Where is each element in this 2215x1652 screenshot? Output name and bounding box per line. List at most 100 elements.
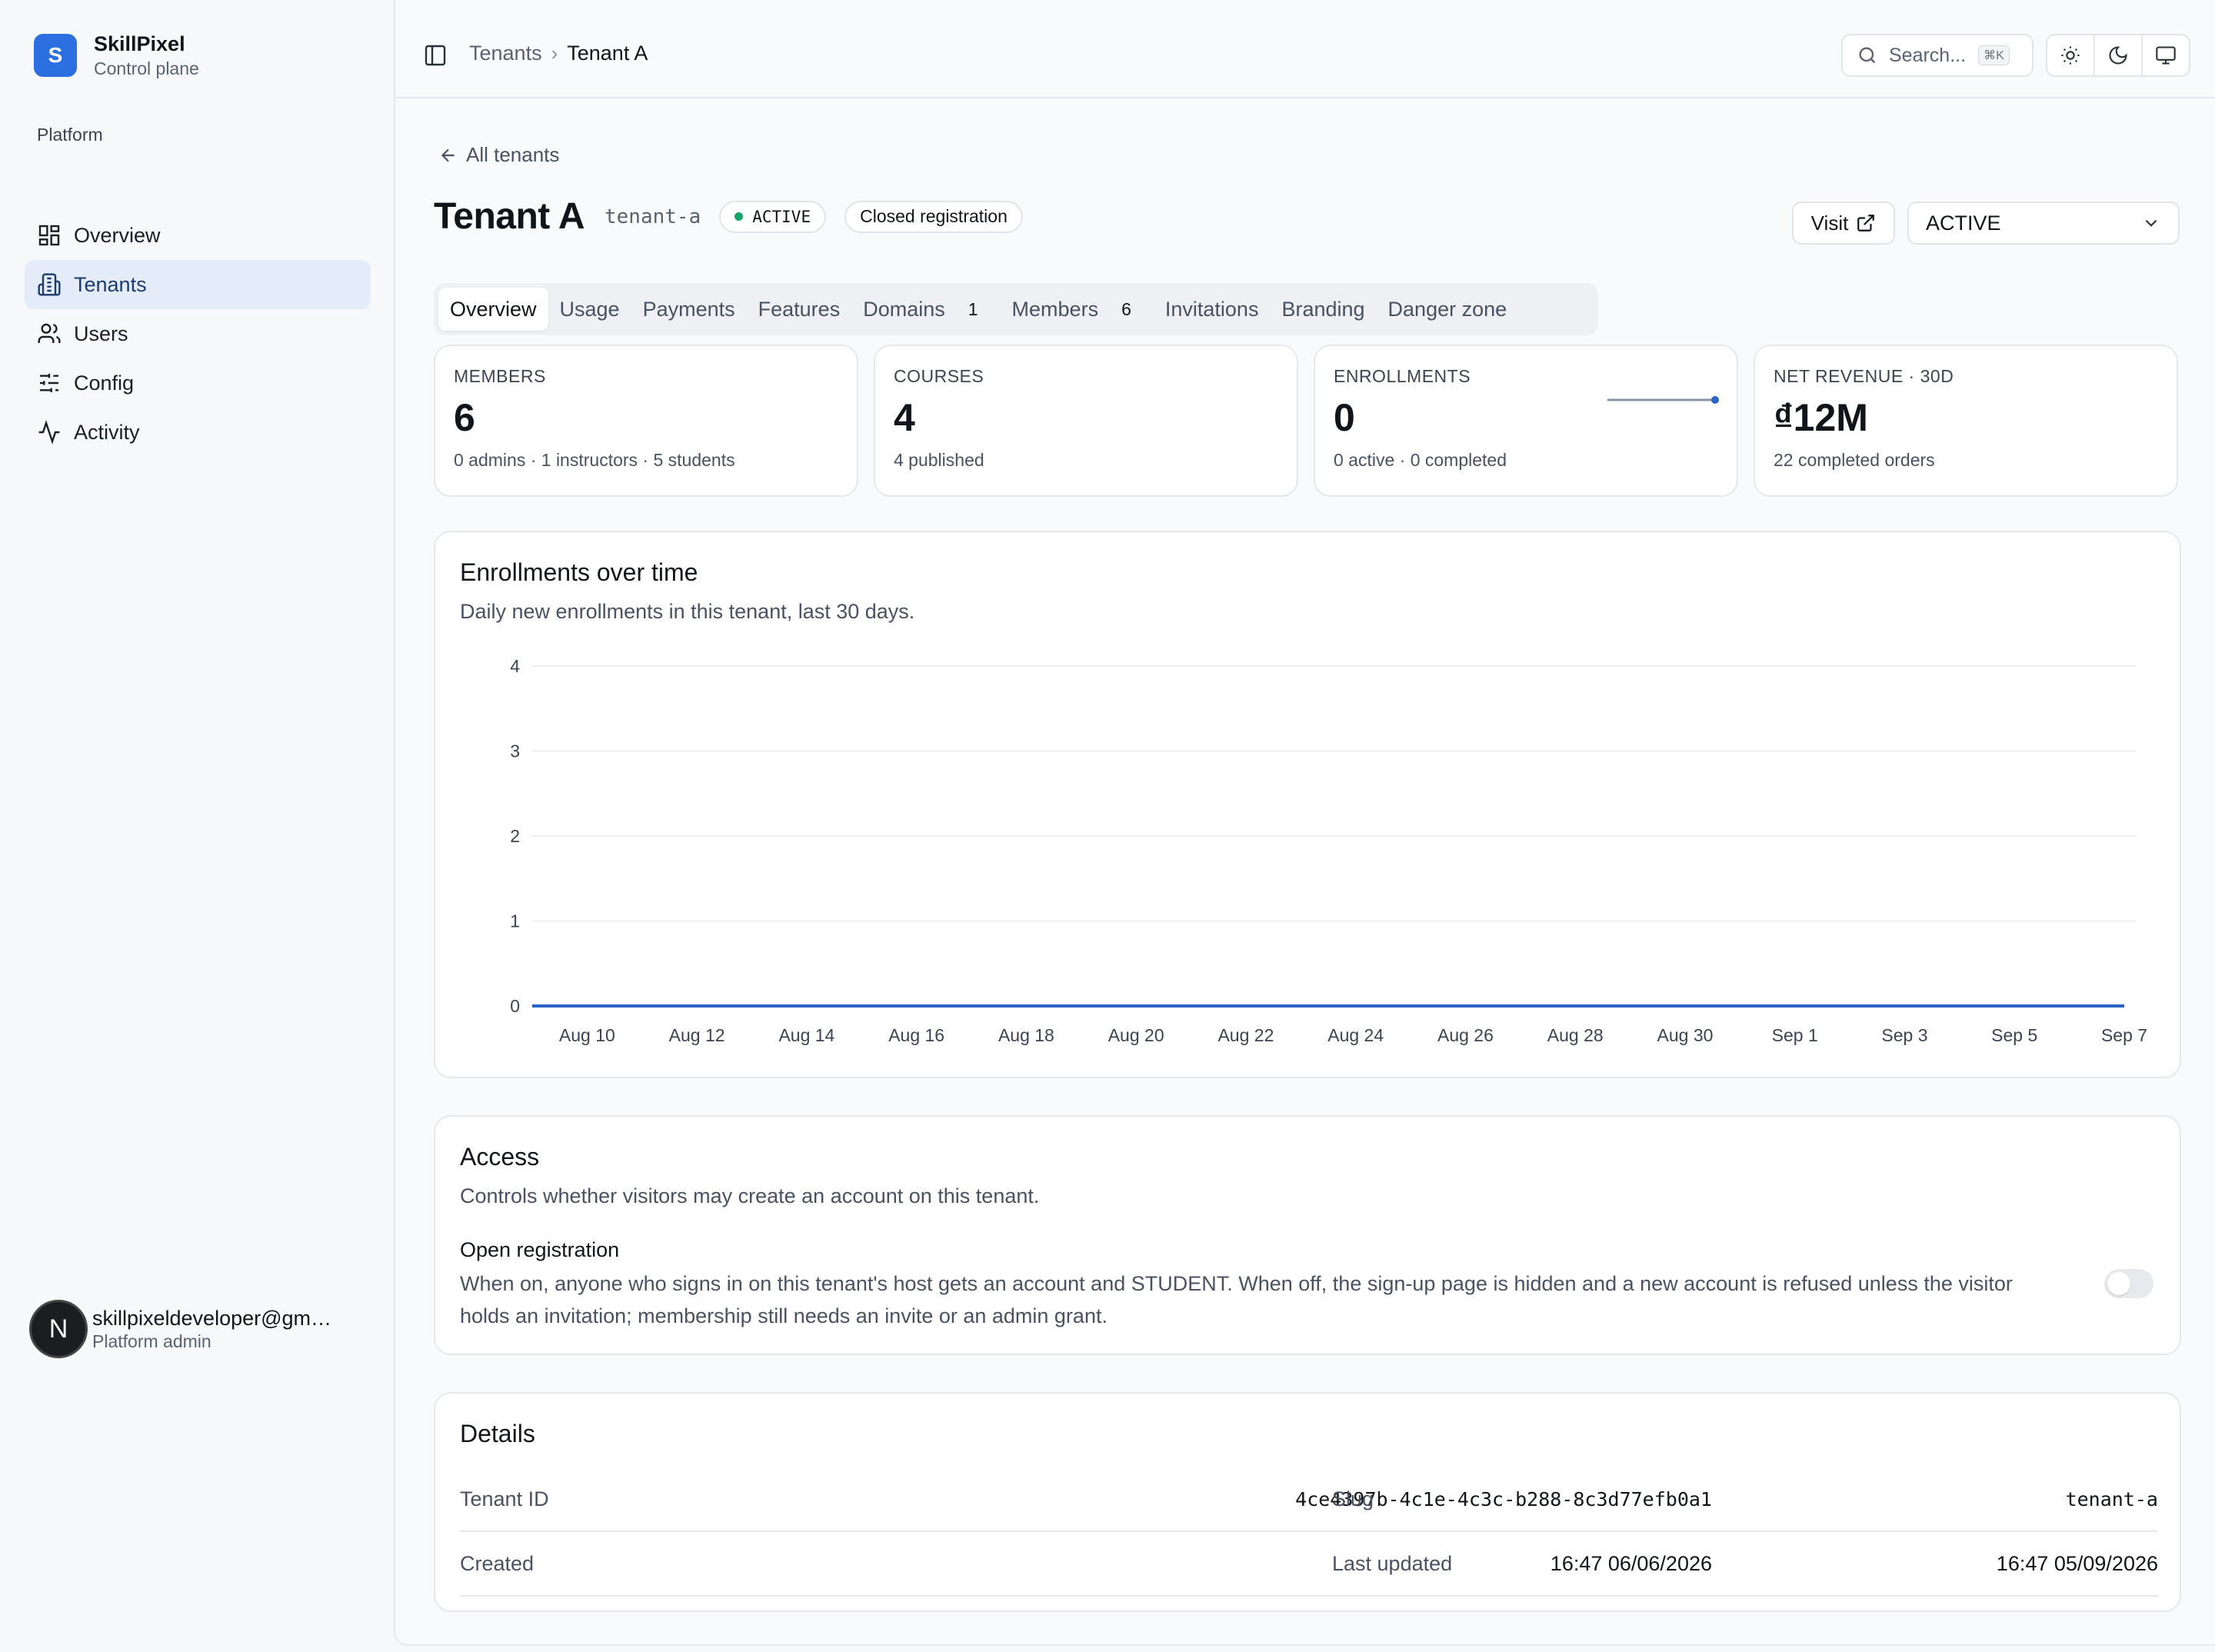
stat-card-courses: COURSES 4 4 published	[874, 345, 1298, 497]
sidebar-item-label: Users	[74, 321, 128, 345]
search-button[interactable]: Search... ⌘K	[1841, 34, 2033, 77]
sidebar-item-config[interactable]: Config	[25, 358, 371, 408]
tab-danger-zone[interactable]: Danger zone	[1377, 288, 1519, 331]
tab-label: Domains	[863, 297, 945, 321]
x-tick-label: Aug 30	[1657, 1025, 1714, 1045]
x-tick-label: Aug 14	[778, 1025, 834, 1045]
sliders-icon	[40, 374, 58, 392]
tab-invitations[interactable]: Invitations	[1154, 288, 1271, 331]
status-select-value: ACTIVE	[1926, 211, 2001, 235]
stat-label: COURSES	[894, 366, 984, 386]
tab-label: Members	[1011, 297, 1099, 321]
external-link-icon	[1857, 215, 1875, 231]
tab-label: Payments	[642, 297, 735, 321]
stat-card-members: MEMBERS 6 0 admins · 1 instructors · 5 s…	[434, 345, 858, 497]
sidebar-item-tenants[interactable]: Tenants	[25, 260, 371, 309]
detail-label: Created	[460, 1551, 535, 1575]
stat-label: NET REVENUE · 30D	[1774, 366, 1954, 386]
tab-members[interactable]: Members 6	[1001, 288, 1154, 331]
last-updated-value: 16:47 05/09/2026	[1996, 1551, 2158, 1575]
chevron-right-icon: ›	[551, 42, 558, 65]
back-to-tenants-link[interactable]: All tenants	[438, 143, 559, 167]
arrow-left-icon	[441, 148, 455, 162]
layout-dashboard-icon	[38, 225, 60, 246]
tab-label: Usage	[559, 297, 620, 321]
theme-system-button[interactable]	[2143, 35, 2189, 75]
user-role: Platform admin	[92, 1331, 212, 1351]
sidebar-nav: Overview Tenants Users Config Activity	[25, 211, 371, 457]
breadcrumb-current: Tenant A	[567, 42, 648, 65]
users-icon	[38, 323, 61, 343]
sidebar-toggle-icon[interactable]	[423, 43, 448, 68]
theme-switcher	[2046, 34, 2190, 77]
page-title: Tenant A	[434, 196, 585, 237]
brand[interactable]: S SkillPixel Control plane	[34, 31, 199, 80]
nav-section-label: Platform	[37, 125, 103, 145]
detail-row-last-updated: Last updated 16:47 05/09/2026	[1332, 1532, 2158, 1597]
open-registration-toggle[interactable]	[2104, 1269, 2153, 1298]
enrollments-chart-card: Enrollments over time Daily new enrollme…	[434, 531, 2181, 1078]
stat-label: ENROLLMENTS	[1334, 366, 1471, 386]
tab-label: Invitations	[1164, 297, 1259, 321]
tab-label: Overview	[450, 297, 537, 321]
tab-domains[interactable]: Domains 1	[851, 288, 1000, 331]
y-tick-label: 4	[510, 656, 520, 676]
status-select[interactable]: ACTIVE	[1907, 202, 2180, 245]
main-panel: Tenants › Tenant A Search... ⌘K All tena…	[394, 0, 2215, 1646]
sidebar-item-label: Tenants	[74, 272, 147, 296]
stat-value: 6	[454, 396, 475, 439]
details-title: Details	[460, 1420, 535, 1447]
access-description: Controls whether visitors may create an …	[460, 1184, 1040, 1207]
visit-button[interactable]: Visit	[1792, 202, 1895, 245]
open-registration-label: Open registration	[460, 1238, 620, 1261]
tab-overview[interactable]: Overview	[438, 288, 548, 331]
x-tick-label: Sep 1	[1772, 1025, 1818, 1045]
toggle-knob	[2107, 1272, 2130, 1295]
stat-subtext: 0 active · 0 completed	[1334, 450, 1507, 470]
registration-badge: Closed registration	[844, 200, 1023, 233]
brand-subtitle: Control plane	[94, 58, 199, 78]
sidebar-item-users[interactable]: Users	[25, 309, 371, 358]
sidebar-item-overview[interactable]: Overview	[25, 211, 371, 260]
detail-label: Slug	[1332, 1487, 1374, 1510]
status-badge: ACTIVE	[719, 200, 827, 233]
y-tick-label: 2	[510, 826, 520, 846]
stat-value: 4	[894, 396, 915, 439]
sidebar-item-activity[interactable]: Activity	[25, 408, 371, 457]
tab-payments[interactable]: Payments	[631, 288, 747, 331]
sidebar: S SkillPixel Control plane Platform Over…	[0, 0, 394, 1652]
x-tick-label: Aug 18	[998, 1025, 1054, 1045]
breadcrumb-tenants[interactable]: Tenants	[469, 42, 542, 65]
y-tick-label: 0	[510, 996, 520, 1016]
stat-subtext: 22 completed orders	[1774, 450, 1935, 470]
detail-label: Tenant ID	[460, 1487, 549, 1510]
x-tick-label: Aug 16	[888, 1025, 944, 1045]
tab-features[interactable]: Features	[747, 288, 852, 331]
moon-icon	[2109, 46, 2127, 65]
tenant-slug: tenant-a	[605, 205, 701, 228]
stat-label: MEMBERS	[454, 366, 546, 386]
sparkline-dot	[1711, 396, 1719, 404]
detail-row-slug: Slug tenant-a	[1332, 1467, 2158, 1532]
stat-cards: MEMBERS 6 0 admins · 1 instructors · 5 s…	[434, 345, 2178, 497]
tab-count: 1	[968, 298, 978, 319]
tab-branding[interactable]: Branding	[1270, 288, 1376, 331]
theme-dark-button[interactable]	[2095, 35, 2143, 75]
user-menu[interactable]: N skillpixeldeveloper@gm… Platform admin	[29, 1300, 369, 1358]
monitor-icon	[2156, 46, 2176, 65]
slug-value: tenant-a	[2065, 1487, 2158, 1510]
x-tick-label: Aug 10	[559, 1025, 615, 1045]
theme-light-button[interactable]	[2047, 35, 2095, 75]
topbar: Tenants › Tenant A Search... ⌘K	[395, 0, 2215, 98]
sidebar-item-label: Activity	[74, 420, 140, 444]
x-tick-label: Aug 20	[1108, 1025, 1164, 1045]
tab-label: Branding	[1281, 297, 1365, 321]
tab-usage[interactable]: Usage	[548, 288, 631, 331]
status-badge-label: ACTIVE	[752, 207, 811, 226]
enrollments-sparkline	[1607, 396, 1719, 404]
sidebar-item-label: Config	[74, 371, 135, 395]
search-shortcut: ⌘K	[1978, 45, 2010, 65]
tenant-tabs: Overview Usage Payments Features Domains…	[434, 283, 1598, 335]
tab-count: 6	[1121, 298, 1131, 319]
x-tick-label: Aug 28	[1547, 1025, 1604, 1045]
